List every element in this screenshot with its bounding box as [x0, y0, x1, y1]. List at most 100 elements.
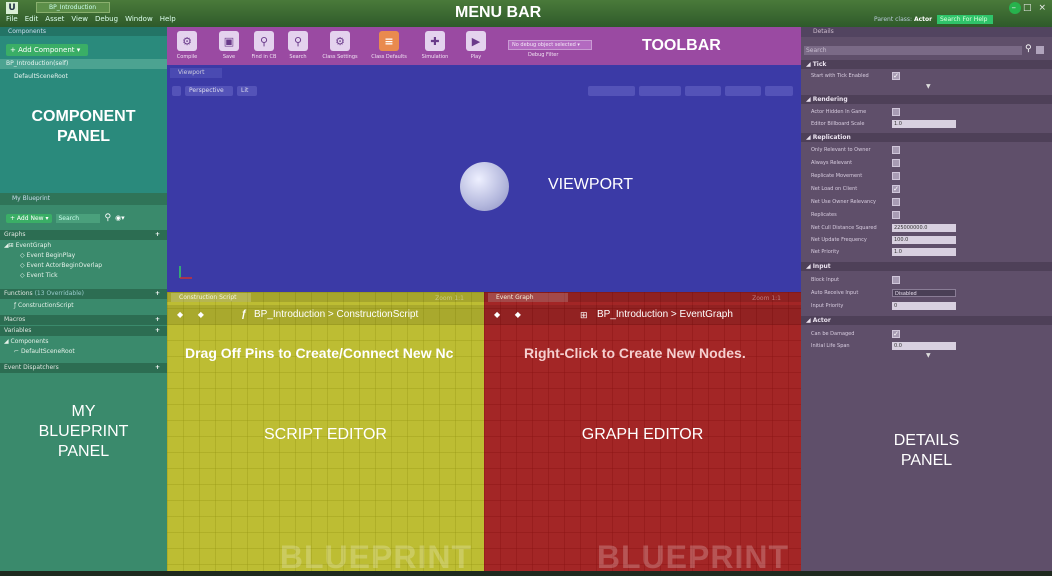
script-breadcrumb[interactable]: BP_Introduction > ConstructionScript	[254, 305, 418, 325]
graph-editor[interactable]: Event Graph ◆ ◆ ⊞ BP_Introduction > Even…	[484, 292, 801, 575]
help-search-input[interactable]: Search For Help	[937, 15, 993, 24]
prop-cull-distance: Net Cull Distance Squared	[811, 225, 877, 231]
menu-window[interactable]: Window	[125, 15, 153, 23]
simulation-button[interactable]: ✚ Simulation	[418, 31, 452, 60]
net-priority-input[interactable]: 1.0	[892, 248, 956, 256]
only-relevant-checkbox[interactable]	[892, 146, 900, 154]
menu-debug[interactable]: Debug	[95, 15, 118, 23]
component-self[interactable]: BP_Introduction(self)	[0, 59, 167, 69]
replicate-movement-checkbox[interactable]	[892, 172, 900, 180]
my-blueprint-search-input[interactable]: Search	[56, 213, 101, 223]
start-with-tick-checkbox[interactable]: ✓	[892, 72, 900, 80]
transform-tools-icon[interactable]	[588, 86, 635, 96]
add-component-button[interactable]: + Add Component ▾	[6, 44, 88, 56]
debug-object-dropdown[interactable]: No debug object selected ▾	[508, 40, 592, 50]
play-button[interactable]: ▶ Play	[459, 31, 493, 60]
menu-asset[interactable]: Asset	[45, 15, 64, 23]
details-tab[interactable]: Details	[801, 27, 1052, 37]
category-actor[interactable]: ◢ Actor	[801, 316, 1052, 325]
snap-settings-icon[interactable]	[639, 86, 681, 96]
add-variable-icon[interactable]: +	[155, 326, 160, 336]
construction-script-item[interactable]: ƒ ConstructionScript	[14, 302, 74, 309]
menu-edit[interactable]: Edit	[25, 15, 39, 23]
camera-speed-icon[interactable]	[765, 86, 793, 96]
replicates-checkbox[interactable]	[892, 211, 900, 219]
section-functions[interactable]: Functions (13 Overridable) +	[0, 289, 167, 299]
property-matrix-icon[interactable]	[1036, 46, 1044, 54]
update-frequency-input[interactable]: 100.0	[892, 236, 956, 244]
hidden-in-game-checkbox[interactable]	[892, 108, 900, 116]
input-priority-input[interactable]: 0	[892, 302, 956, 310]
event-overlap-label: Event ActorBeginOverlap	[26, 262, 103, 269]
view-options-icon[interactable]: ◉▾	[115, 214, 125, 222]
auto-receive-dropdown[interactable]: Disabled	[892, 289, 956, 297]
add-macro-icon[interactable]: +	[155, 315, 160, 325]
construction-script-tab[interactable]: Construction Script	[171, 293, 251, 302]
add-function-icon[interactable]: +	[155, 289, 160, 299]
net-load-checkbox[interactable]: ✓	[892, 185, 900, 193]
expand-arrow-icon[interactable]: ▼	[926, 352, 931, 359]
category-replication[interactable]: ◢ Replication	[801, 133, 1052, 142]
category-rendering[interactable]: ◢ Rendering	[801, 95, 1052, 104]
components-tab[interactable]: Components	[0, 27, 167, 36]
graph-breadcrumb[interactable]: BP_Introduction > EventGraph	[597, 305, 733, 325]
section-event-dispatchers[interactable]: Event Dispatchers +	[0, 363, 167, 373]
scene-sphere[interactable]	[460, 162, 509, 211]
close-button[interactable]: ×	[1038, 3, 1046, 13]
category-input[interactable]: ◢ Input	[801, 262, 1052, 271]
add-new-button[interactable]: + Add New ▾	[6, 213, 53, 223]
viewport-tab[interactable]: Viewport	[170, 68, 222, 78]
menu-file[interactable]: File	[6, 15, 18, 23]
back-forward-arrows[interactable]: ◆ ◆	[177, 305, 210, 325]
prop-net-use-owner: Net Use Owner Relevancy	[811, 199, 876, 205]
search-button[interactable]: ⚲ Search	[281, 31, 315, 60]
component-default-scene-root[interactable]: DefaultSceneRoot	[14, 73, 68, 80]
initial-life-span-input[interactable]: 0.0	[892, 342, 956, 350]
billboard-scale-input[interactable]: 1.0	[892, 120, 956, 128]
add-graph-icon[interactable]: +	[155, 230, 160, 240]
lit-button[interactable]: Lit	[237, 86, 257, 96]
document-tab[interactable]: BP_Introduction	[36, 2, 110, 13]
scale-snap-icon[interactable]	[725, 86, 761, 96]
class-settings-button[interactable]: ⚙ Class Settings	[318, 31, 362, 60]
viewport[interactable]: Viewport Perspective Lit VIEWPORT	[167, 65, 801, 292]
section-macros[interactable]: Macros +	[0, 315, 167, 325]
section-variables[interactable]: Variables +	[0, 326, 167, 336]
components-category[interactable]: ◢ Components	[4, 338, 49, 345]
expand-arrow-icon[interactable]: ▼	[926, 83, 931, 90]
save-button[interactable]: ▣ Save	[212, 31, 246, 60]
menu-help[interactable]: Help	[160, 15, 176, 23]
default-scene-root-variable[interactable]: ⌐ DefaultSceneRoot	[14, 348, 75, 355]
back-forward-arrows[interactable]: ◆ ◆	[494, 305, 527, 325]
add-dispatcher-icon[interactable]: +	[155, 363, 160, 373]
my-blueprint-tab[interactable]: My Blueprint	[0, 193, 167, 205]
cull-distance-input[interactable]: 225000000.0	[892, 224, 956, 232]
minimize-button[interactable]: –	[1011, 3, 1016, 13]
search-label: Search	[289, 54, 307, 60]
section-graphs[interactable]: Graphs +	[0, 230, 167, 240]
can-be-damaged-checkbox[interactable]: ✓	[892, 330, 900, 338]
maximize-button[interactable]: □	[1023, 3, 1032, 13]
compile-button[interactable]: ⚙ Compile	[170, 31, 204, 60]
event-tick[interactable]: ◇ Event Tick	[20, 272, 58, 279]
always-relevant-checkbox[interactable]	[892, 159, 900, 167]
net-use-owner-checkbox[interactable]	[892, 198, 900, 206]
event-graph-tab[interactable]: Event Graph	[488, 293, 568, 302]
perspective-button[interactable]: Perspective	[185, 86, 233, 96]
script-editor[interactable]: Construction Script ◆ ◆ ƒ BP_Introductio…	[167, 292, 484, 575]
viewport-options-icon[interactable]	[172, 86, 181, 96]
block-input-checkbox[interactable]	[892, 276, 900, 284]
event-dispatchers-label: Event Dispatchers	[4, 364, 59, 371]
rotation-snap-icon[interactable]	[685, 86, 721, 96]
search-icon[interactable]: ⚲	[104, 213, 111, 223]
find-in-cb-button[interactable]: ⚲ Find in CB	[247, 31, 281, 60]
event-actor-begin-overlap[interactable]: ◇ Event ActorBeginOverlap	[20, 262, 102, 269]
class-defaults-button[interactable]: ≡ Class Defaults	[368, 31, 410, 60]
event-begin-play[interactable]: ◇ Event BeginPlay	[20, 252, 75, 259]
parent-class-value[interactable]: Actor	[914, 16, 932, 23]
category-tick[interactable]: ◢ Tick	[801, 60, 1052, 69]
event-graph-item[interactable]: ◢⊞ EventGraph	[4, 242, 51, 249]
search-icon[interactable]: ⚲	[1025, 44, 1032, 54]
menu-view[interactable]: View	[71, 15, 88, 23]
details-search-input[interactable]: Search	[804, 46, 1022, 55]
